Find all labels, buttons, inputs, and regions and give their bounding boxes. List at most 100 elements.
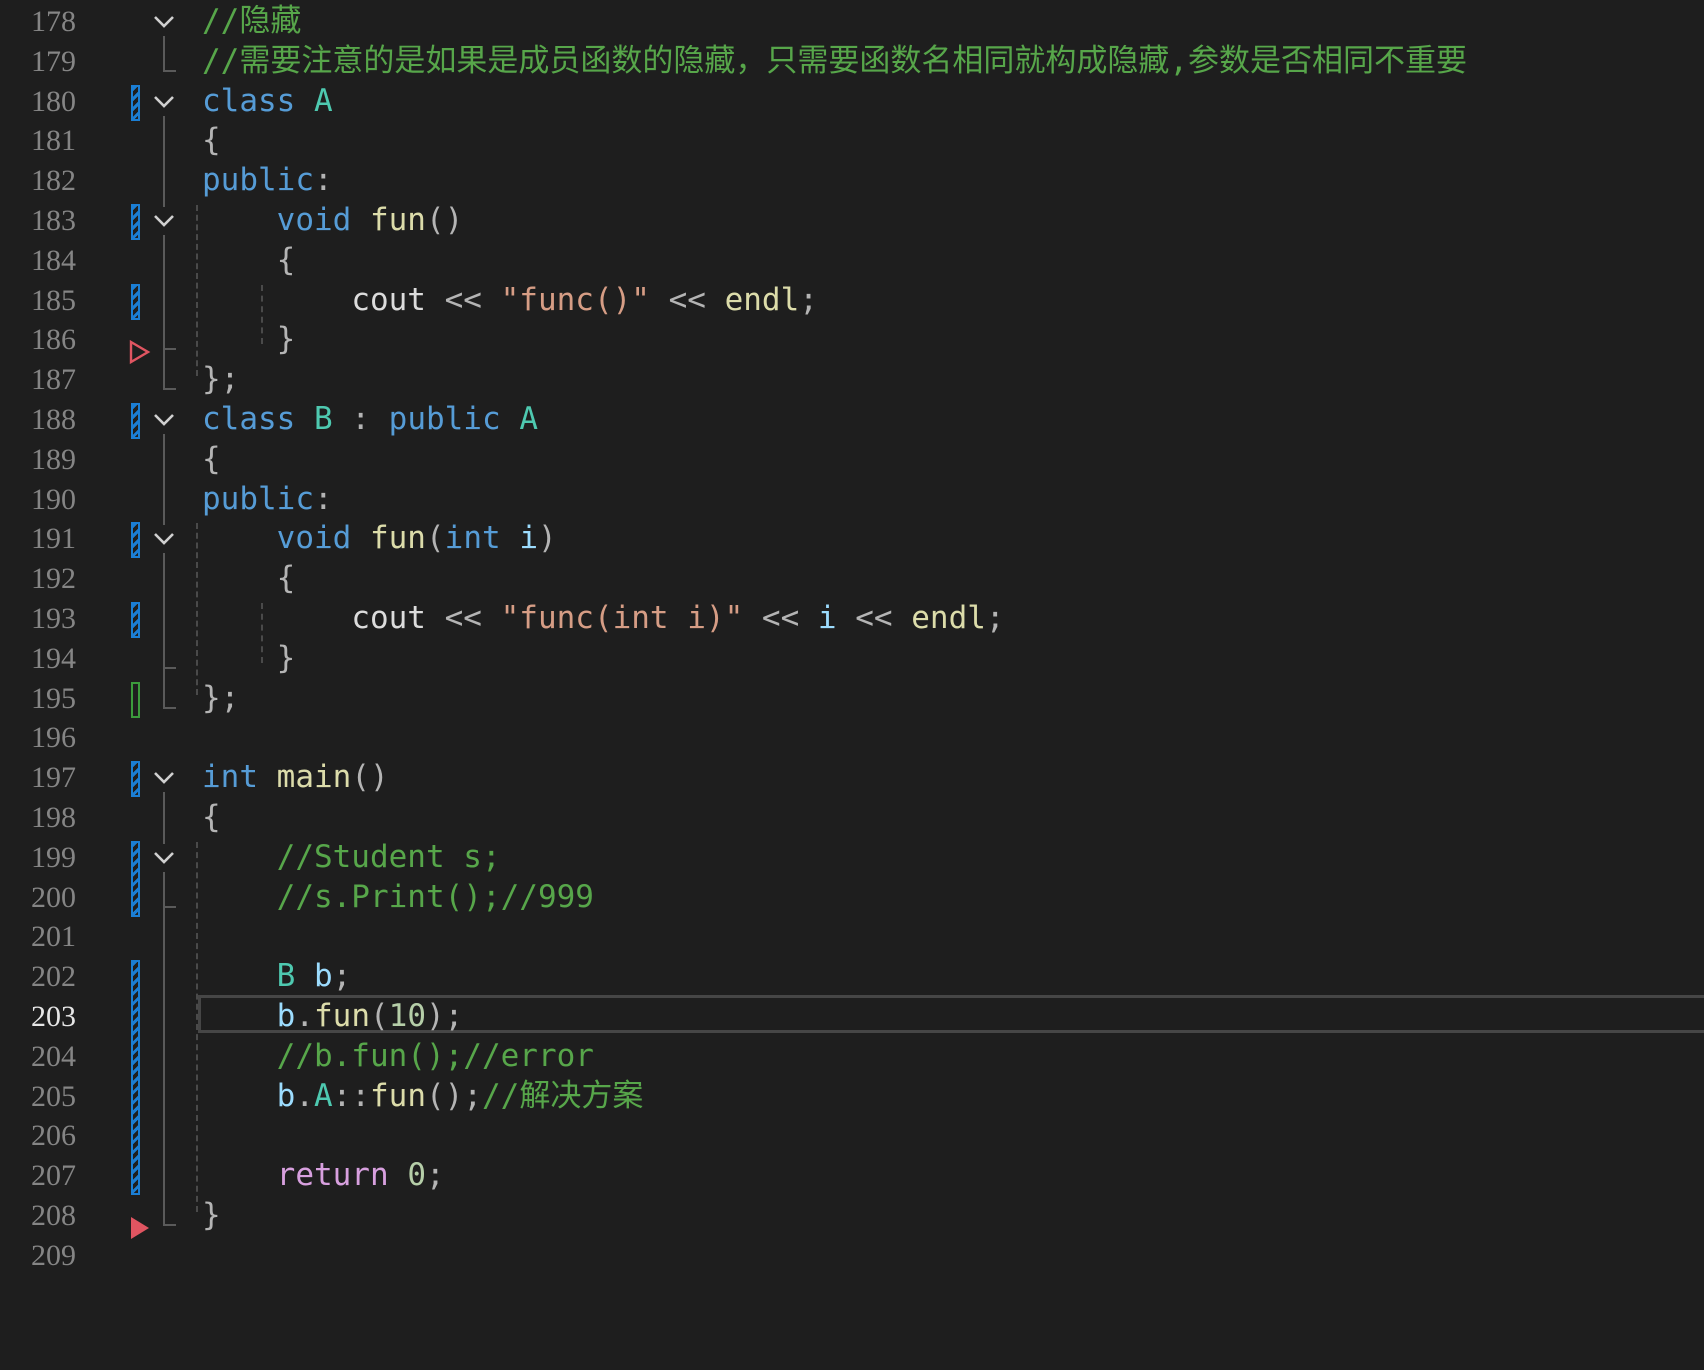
code-text[interactable]: } [202,318,296,361]
code-line[interactable]: 200 //s.Print();//999 [0,876,1704,919]
line-number: 181 [31,124,76,158]
code-token: int [202,759,277,796]
code-text[interactable]: void fun(int i) [202,517,557,560]
code-line[interactable]: 209 [0,1234,1704,1277]
code-line[interactable]: 190 public: [0,478,1704,521]
code-line[interactable]: 195}; [0,677,1704,720]
code-token: endl [911,600,986,636]
code-token: b [276,998,296,1034]
code-text[interactable]: //Student s; [202,836,501,879]
line-number: 205 [31,1079,76,1113]
code-token: B [276,958,296,995]
code-line[interactable]: 188 class B : public A [0,398,1704,441]
code-line[interactable]: 185 cout << "func()" << endl; [0,279,1704,322]
code-token: : [332,401,389,437]
code-line[interactable]: 192 { [0,557,1704,600]
code-text[interactable]: void fun() [202,199,464,242]
code-token: } [276,639,296,676]
code-line[interactable]: 194 } [0,637,1704,680]
code-line[interactable]: 193 cout << "func(int i)" << i << endl; [0,597,1704,640]
code-line[interactable]: 199 //Student s; [0,836,1704,879]
code-text[interactable]: } [202,637,296,680]
code-text[interactable]: //需要注意的是如果是成员函数的隐藏，只需要函数名相同就构成隐藏,参数是否相同不… [202,40,1467,83]
code-token: << [425,600,501,636]
code-text[interactable]: return 0; [202,1154,445,1197]
code-text[interactable]: { [202,557,296,600]
code-line[interactable]: 201 [0,915,1704,958]
code-token: ; [425,1157,445,1194]
code-line[interactable]: 208} [0,1194,1704,1237]
code-token: ) [537,520,557,557]
code-line[interactable]: 178 //隐藏 [0,0,1704,43]
line-number: 208 [31,1199,76,1232]
code-text[interactable]: } [202,1194,221,1237]
code-text[interactable]: //b.fun();//error [202,1035,594,1078]
code-token: class [202,82,314,119]
code-line[interactable]: 204 //b.fun();//error [0,1035,1704,1078]
code-text[interactable]: cout << "func(int i)" << i << endl; [202,597,1004,640]
code-text[interactable]: class A [202,80,333,123]
code-token: "func()" [500,281,650,318]
code-line[interactable]: 184 { [0,239,1704,282]
code-text[interactable]: cout << "func()" << endl; [202,279,818,322]
code-text[interactable]: b.A::fun();//解决方案 [202,1075,644,1118]
code-token: { [276,241,296,278]
code-token: main [276,759,352,796]
line-number: 187 [31,363,76,397]
code-line[interactable]: 187}; [0,358,1704,401]
code-token: << [649,281,725,318]
code-text[interactable]: int main() [202,756,389,799]
code-token: ( [370,998,389,1034]
code-token: return [276,1157,408,1194]
code-text[interactable]: { [202,796,221,839]
code-line[interactable]: 207 return 0; [0,1154,1704,1197]
code-text[interactable]: b.fun(10); [202,995,464,1038]
code-line[interactable]: 206 [0,1114,1704,1157]
code-token: void [276,202,370,238]
code-text[interactable]: //s.Print();//999 [202,876,594,919]
line-number: 188 [31,403,76,436]
code-text[interactable]: { [202,119,221,162]
code-token: () [351,759,389,796]
code-line[interactable]: 198 { [0,796,1704,839]
line-number: 197 [31,761,76,795]
code-token: i [519,520,538,557]
line-number: 185 [31,283,76,317]
code-text[interactable]: }; [202,677,239,720]
code-editor[interactable]: 178 //隐藏 179 //需要注意的是如果是成员函数的隐藏，只需要函数名相同就构成… [0,0,1704,1370]
code-text[interactable]: public: [202,159,333,202]
code-line[interactable]: 179 //需要注意的是如果是成员函数的隐藏，只需要函数名相同就构成隐藏,参数是否… [0,40,1704,83]
line-number: 192 [31,562,76,596]
code-line[interactable]: 182 public: [0,159,1704,202]
code-line[interactable]: 191 void fun(int i) [0,517,1704,560]
code-line[interactable]: 203 b.fun(10); [0,995,1704,1038]
code-text[interactable]: B b; [202,955,352,998]
code-line[interactable]: 205 b.A::fun();//解决方案 [0,1075,1704,1118]
code-line[interactable]: 181 { [0,119,1704,162]
line-number: 191 [31,522,76,556]
code-text[interactable]: class B : public A [202,398,538,441]
code-line[interactable]: 180 class A [0,80,1704,123]
code-line[interactable]: 197 int main() [0,756,1704,799]
code-token: //b.fun();//error [276,1037,594,1074]
code-token: endl [724,281,800,318]
code-token: public [202,162,314,199]
line-number: 209 [31,1238,76,1272]
code-text[interactable]: //隐藏 [202,0,301,43]
code-text[interactable]: public: [202,478,333,521]
code-token: : [313,480,333,517]
code-token: "func(int i)" [500,600,744,636]
code-text[interactable]: }; [202,358,239,401]
code-token: (); [426,1077,482,1114]
code-line[interactable]: 189 { [0,438,1704,481]
code-text[interactable]: { [202,438,221,481]
code-line[interactable]: 196 [0,716,1704,759]
code-text[interactable]: { [202,239,296,282]
line-number: 202 [31,960,76,994]
code-token: fun [370,1077,426,1114]
code-line[interactable]: 186 } [0,318,1704,361]
code-line[interactable]: 183 void fun() [0,199,1704,242]
code-line[interactable]: 202 B b; [0,955,1704,998]
